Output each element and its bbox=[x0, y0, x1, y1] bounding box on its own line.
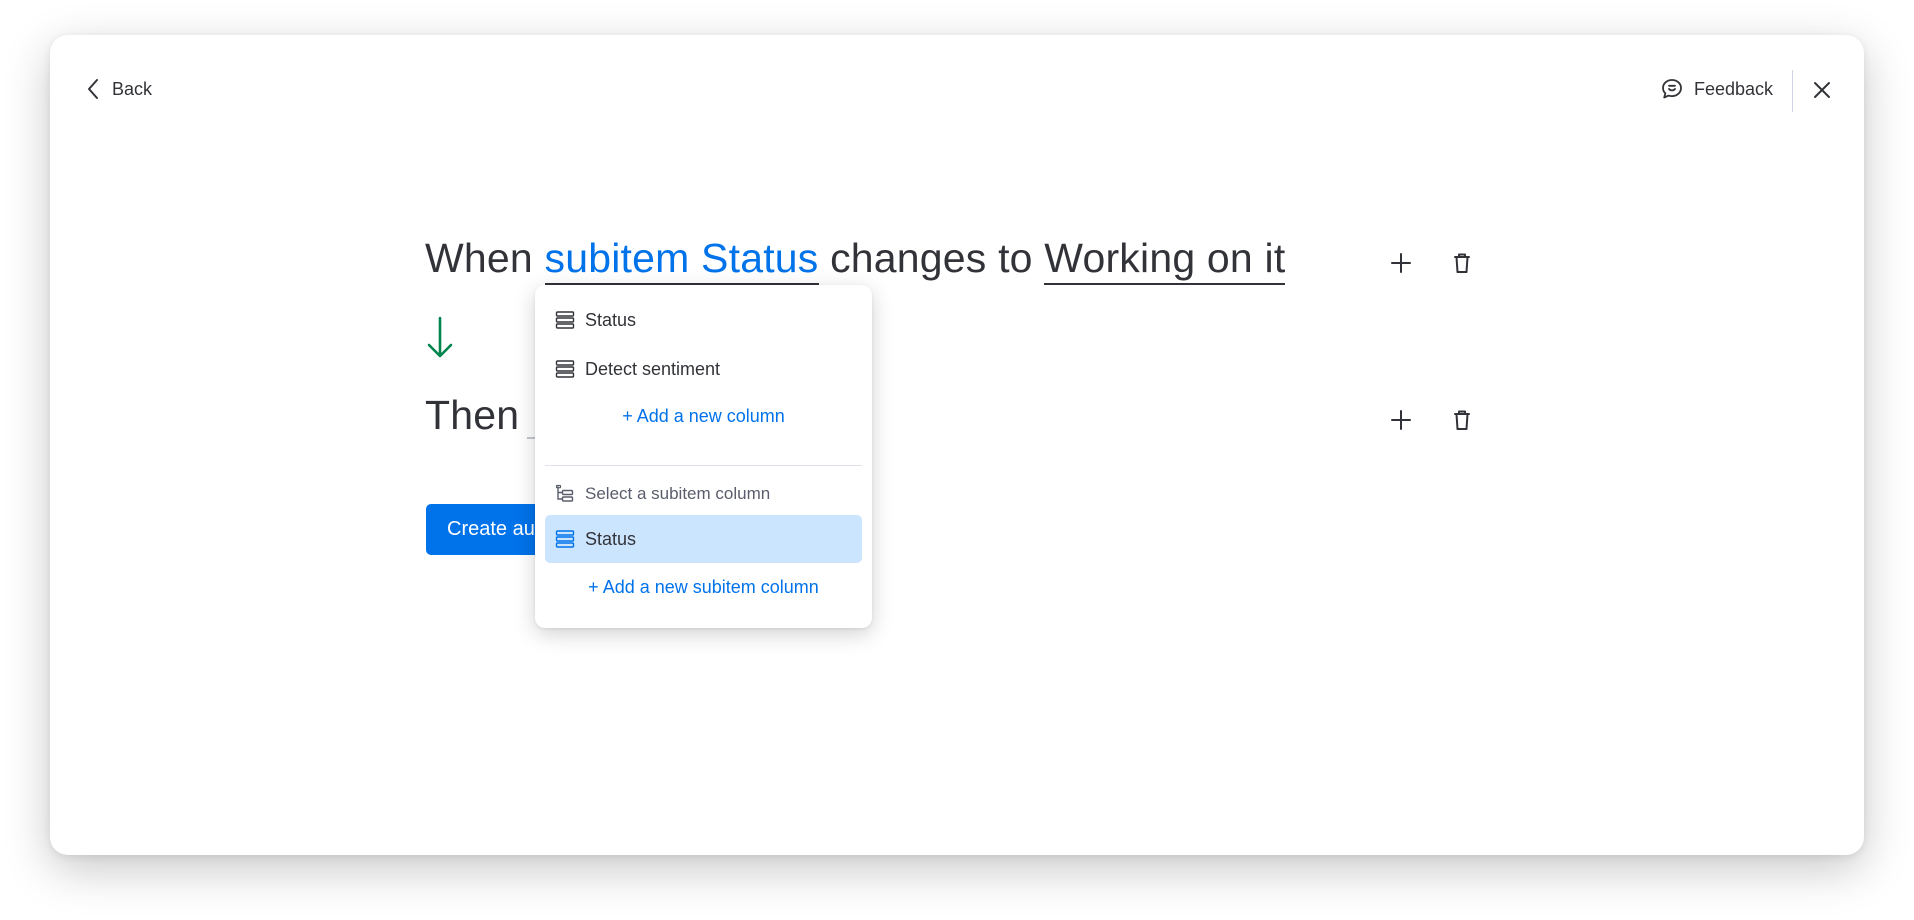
chevron-left-icon bbox=[88, 79, 98, 99]
delete-trigger-icon[interactable] bbox=[1447, 248, 1477, 278]
subitem-group-header: Select a subitem column bbox=[555, 479, 770, 509]
back-label: Back bbox=[112, 78, 153, 99]
column-icon bbox=[555, 360, 575, 378]
back-button[interactable]: Back bbox=[86, 77, 152, 101]
add-condition-icon[interactable] bbox=[1386, 248, 1416, 278]
add-new-column-link[interactable]: + Add a new column bbox=[535, 406, 872, 427]
close-button[interactable] bbox=[1810, 78, 1834, 102]
trigger-value-selector[interactable]: Working on it bbox=[1044, 235, 1286, 285]
add-action-icon[interactable] bbox=[1386, 405, 1416, 435]
when-text: When bbox=[425, 235, 533, 281]
trigger-sentence: When subitem Status changes to Working o… bbox=[425, 235, 1286, 285]
trigger-column-selector[interactable]: subitem Status bbox=[544, 235, 819, 285]
dropdown-option-status[interactable]: Status bbox=[545, 296, 862, 344]
header-divider bbox=[1792, 70, 1793, 112]
then-text: Then bbox=[425, 392, 520, 438]
column-dropdown: Status Detect sentiment + Add a new colu… bbox=[535, 285, 872, 628]
column-icon bbox=[555, 311, 575, 329]
close-icon bbox=[1814, 82, 1830, 98]
delete-action-icon[interactable] bbox=[1447, 405, 1477, 435]
feedback-button[interactable]: Feedback bbox=[1660, 77, 1773, 101]
subitem-group-label: Select a subitem column bbox=[585, 484, 771, 503]
feedback-label: Feedback bbox=[1694, 78, 1774, 99]
dropdown-option-label: Status bbox=[585, 528, 637, 549]
dropdown-option-subitem-status[interactable]: Status bbox=[545, 515, 862, 563]
dropdown-option-detect-sentiment[interactable]: Detect sentiment bbox=[545, 345, 862, 393]
add-new-subitem-column-link[interactable]: + Add a new subitem column bbox=[535, 577, 872, 598]
arrow-down-icon bbox=[427, 316, 453, 358]
changes-to-text: changes to bbox=[830, 235, 1033, 281]
action-sentence: Then bbox=[425, 392, 538, 439]
feedback-icon bbox=[1662, 79, 1682, 99]
dropdown-divider bbox=[545, 465, 862, 466]
subitem-icon bbox=[555, 484, 574, 502]
dropdown-option-label: Detect sentiment bbox=[585, 358, 721, 379]
automation-modal: Back Feedback When subitem Status change… bbox=[50, 35, 1864, 855]
dropdown-option-label: Status bbox=[585, 309, 637, 330]
create-automation-label: Create au bbox=[447, 518, 535, 540]
column-icon bbox=[555, 530, 575, 548]
